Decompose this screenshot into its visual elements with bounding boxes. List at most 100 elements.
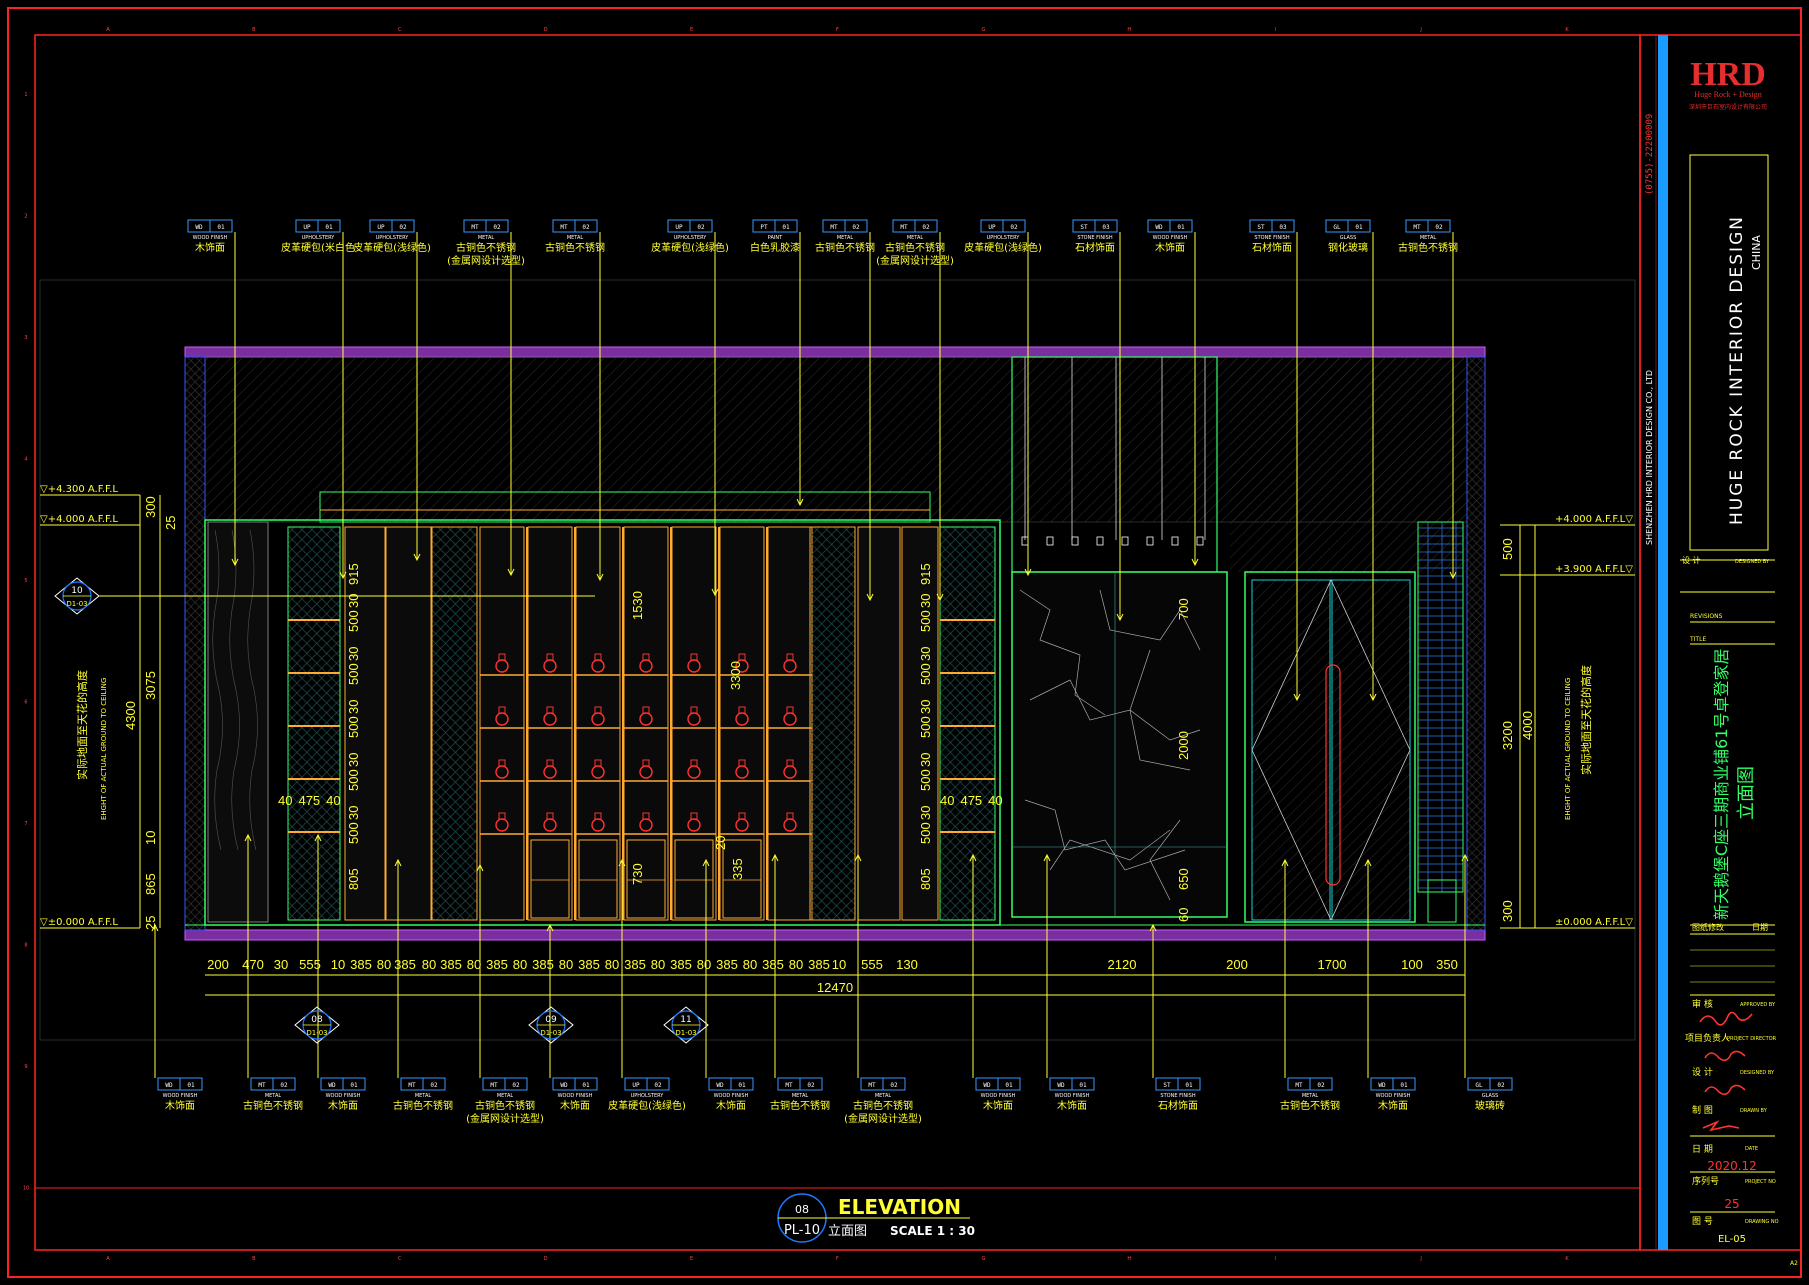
tag-code: MT (560, 224, 568, 231)
bottom-dim: 385 (624, 957, 646, 972)
logo-sub: Huge Rock + Design (1694, 90, 1761, 99)
tag-code: WD (165, 1082, 173, 1089)
section-callout: 11 D1-03 (663, 1006, 709, 1044)
dim-30: 30 (346, 700, 361, 714)
tag-num: 01 (1079, 1082, 1087, 1089)
title-callout-ref: PL-10 (784, 1223, 820, 1238)
bottom-dim: 200 (207, 957, 229, 972)
draw-label: 制 图 (1692, 1104, 1713, 1116)
review-label: 审 核 (1692, 998, 1713, 1010)
tag-name: 木饰面 (983, 1099, 1013, 1112)
tag-num: 01 (1185, 1082, 1193, 1089)
tag-name: 古铜色不锈钢 (545, 241, 605, 254)
dim-1530: 1530 (630, 591, 645, 620)
designer-label: 设 计 (1682, 555, 1701, 565)
tag-category: WOOD FINISH (193, 235, 228, 241)
bottom-dimensions: 200 470 30 555 10 385 80 385 80 385 80 385 80 385 80 38… (205, 957, 1465, 996)
bottom-dim: 130 (896, 957, 918, 972)
grid-number: 6 (24, 699, 27, 705)
tag-code: MT (1295, 1082, 1303, 1089)
tag-category: GLASS (1340, 235, 1357, 241)
grid-number: 4 (24, 456, 27, 462)
tag-name: 木饰面 (1155, 241, 1185, 254)
tag-code: MT (408, 1082, 416, 1089)
dim-30: 30 (918, 594, 933, 608)
tag-num: 01 (325, 224, 333, 231)
seq-value: 25 (1724, 1197, 1739, 1211)
tag-category: WOOD FINISH (558, 1093, 593, 1099)
tag-category: UPHOLSTERY (674, 235, 708, 241)
dim-650: 650 (1176, 868, 1191, 890)
dim-500: 500 (918, 663, 933, 685)
level-right-mid: +3.900 A.F.F.L▽ (1555, 564, 1633, 575)
left-note-en: EHGHT OF ACTUAL GROUND TO CEILING (100, 678, 108, 820)
dim-30: 30 (918, 700, 933, 714)
grid-letter: H (1127, 27, 1131, 33)
tag-name: 玻璃砖 (1475, 1099, 1505, 1112)
tag-num: 02 (697, 224, 705, 231)
level-left-mid: ▽+4.000 A.F.F.L (40, 514, 118, 525)
tag-code: UP (632, 1082, 640, 1089)
dim-335: 335 (730, 858, 745, 880)
tag-code: UP (675, 224, 683, 231)
bottom-dim: 80 (513, 957, 527, 972)
tag-name: 古铜色不锈钢 (1280, 1099, 1340, 1112)
tag-num: 01 (1400, 1082, 1408, 1089)
tag-category: UPHOLSTERY (987, 235, 1021, 241)
tag-name: 古铜色不锈钢 (770, 1099, 830, 1112)
dim-40-475-40-right: 40 475 40 (940, 793, 1003, 808)
title-label: TITLE (1689, 636, 1706, 643)
tag-num: 01 (217, 224, 225, 231)
left-dim-300: 300 (143, 496, 158, 518)
dim-700: 700 (1176, 598, 1191, 620)
tag-num: 01 (1355, 224, 1363, 231)
dim-500: 500 (346, 716, 361, 738)
grid-letter-bottom: H (1127, 1256, 1131, 1262)
bottom-dim: 385 (578, 957, 600, 972)
dim-40-475-40-left: 40 475 40 (278, 793, 341, 808)
section-callout: 09 D1-03 (528, 1006, 574, 1044)
bottom-dim: 200 (1226, 957, 1248, 972)
tag-category: METAL (567, 235, 584, 241)
bottom-dim: 385 (716, 957, 738, 972)
tag-category: METAL (497, 1093, 514, 1099)
tag-name: 木饰面 (165, 1099, 195, 1112)
left-dim-10: 10 (143, 831, 158, 845)
grid-number: 9 (24, 1064, 27, 1070)
dim-915-left: 915 (346, 563, 361, 585)
metal-strip (766, 527, 768, 920)
metal-strip (526, 527, 528, 920)
pendant-light-icon (1096, 536, 1104, 546)
signature-pm (1704, 1050, 1746, 1062)
tag-num: 01 (782, 224, 790, 231)
title-cn: 立面图 (828, 1224, 867, 1239)
tag-name: 白色乳胶漆 (750, 241, 800, 254)
grid-letter: B (252, 27, 256, 33)
bottom-dim: 80 (697, 957, 711, 972)
tag-num: 02 (582, 224, 590, 231)
grid-numbers-left: 1 2 3 4 5 6 7 8 9 10 (23, 92, 29, 1192)
tag-category: STONE FINISH (1254, 235, 1289, 241)
tag-num: 02 (399, 224, 407, 231)
bottom-dim: 80 (743, 957, 757, 972)
grid-letter-bottom: K (1565, 1256, 1569, 1262)
tag-name: 古铜色不锈钢 (853, 1099, 913, 1112)
tag-code: PT (760, 224, 768, 231)
tag-code: MT (785, 1082, 793, 1089)
revisions-label: REVISIONS (1690, 613, 1723, 620)
callout-num: 11 (680, 1015, 691, 1025)
review-label-en: APPROVED BY (1740, 1002, 1776, 1008)
pendant-light-icon (1171, 536, 1179, 546)
tag-category: WOOD FINISH (981, 1093, 1016, 1099)
tag-name: 古铜色不锈钢 (456, 241, 516, 254)
pendant-light-icon (1196, 536, 1204, 546)
tag-name: 皮革硬包(浅绿色) (353, 241, 431, 254)
tag-num: 01 (1005, 1082, 1013, 1089)
bottom-dim: 385 (440, 957, 462, 972)
tag-num: 01 (582, 1082, 590, 1089)
bottom-dim: 385 (394, 957, 416, 972)
dim-30: 30 (918, 753, 933, 767)
dim-500: 500 (346, 822, 361, 844)
level-right-bottom: ±0.000 A.F.F.L▽ (1555, 917, 1633, 928)
grid-letter-bottom: C (398, 1256, 402, 1262)
